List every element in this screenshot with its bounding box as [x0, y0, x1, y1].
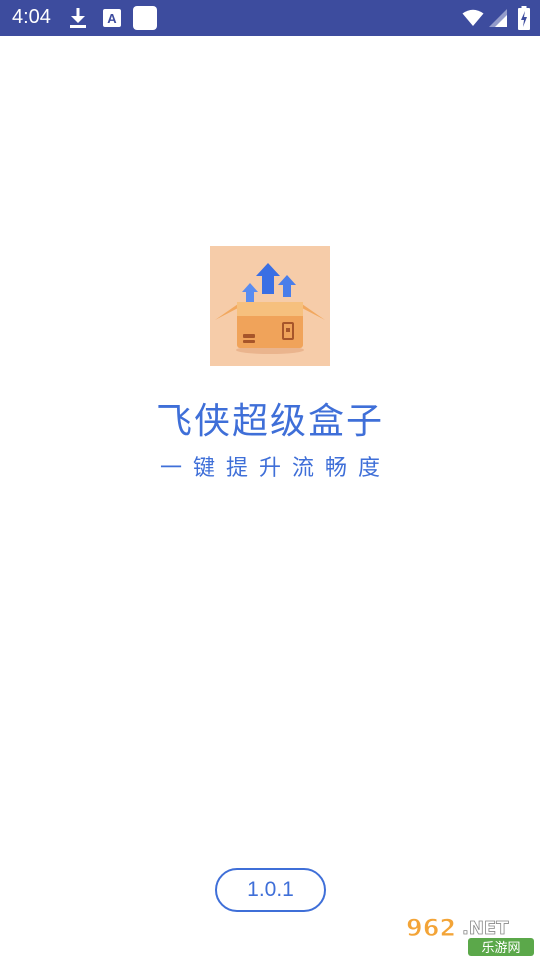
app-slogan: 一键提升流畅度 — [159, 456, 391, 481]
status-time: 4:04 — [12, 6, 51, 28]
battery-charging-icon — [518, 6, 530, 30]
svg-text:A: A — [107, 11, 117, 26]
signal-icon — [489, 9, 507, 27]
version-badge: 1.0.1 — [215, 868, 326, 912]
status-bar: 4:04 A — [0, 0, 540, 36]
wifi-icon — [462, 9, 484, 26]
app-name: 飞侠超级盒子 — [155, 401, 384, 442]
download-icon — [70, 8, 86, 28]
watermark-caption: 乐游网 — [481, 941, 520, 956]
box-with-upward-arrows-icon — [215, 263, 325, 354]
watermark-domain: .NET — [462, 918, 509, 939]
notification-square-icon — [133, 6, 157, 30]
app-logo — [210, 246, 330, 366]
site-watermark-logo: 962 .NET 乐游网 — [406, 914, 534, 956]
text-a-icon: A — [103, 9, 121, 27]
watermark-brand: 962 — [406, 914, 456, 942]
